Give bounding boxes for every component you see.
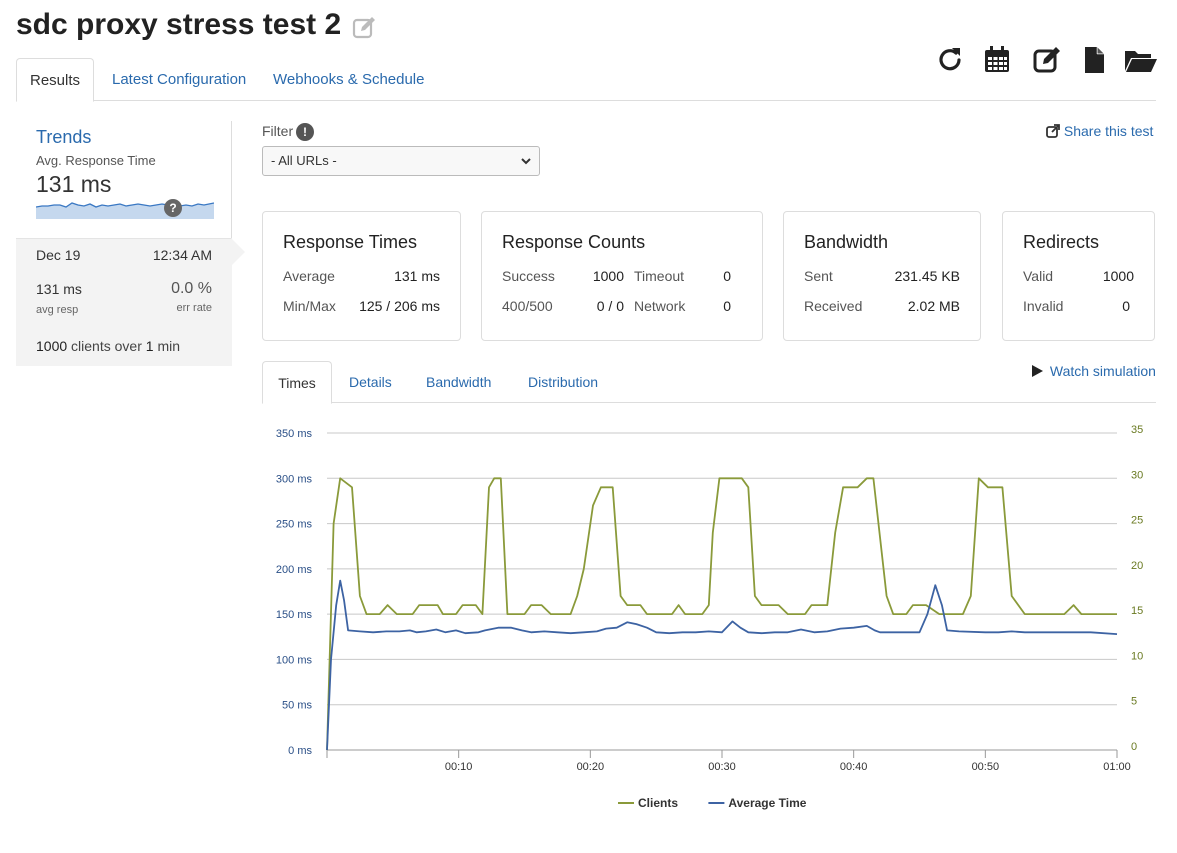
y-right-tick-label: 25 bbox=[1131, 515, 1143, 527]
card-title: Response Counts bbox=[502, 232, 646, 252]
sent-value: 231.45 KB bbox=[894, 268, 960, 284]
edit-title-icon[interactable] bbox=[352, 16, 378, 40]
run-err-rate: 0.0 % bbox=[171, 280, 212, 297]
url-filter-select[interactable]: - All URLs - bbox=[262, 146, 540, 176]
y-left-tick-label: 300 ms bbox=[276, 473, 313, 485]
run-pointer bbox=[231, 238, 245, 266]
y-right-tick-label: 35 bbox=[1131, 424, 1143, 436]
y-left-tick-label: 0 ms bbox=[288, 745, 312, 757]
valid-label: Valid bbox=[1023, 268, 1054, 284]
legend-label: Clients bbox=[638, 796, 678, 810]
share-label: Share this test bbox=[1063, 123, 1154, 139]
y-right-tick-label: 20 bbox=[1131, 560, 1143, 572]
y-right-tick-label: 15 bbox=[1131, 605, 1143, 617]
y-left-tick-label: 250 ms bbox=[276, 519, 313, 531]
watch-label: Watch simulation bbox=[1049, 363, 1156, 379]
tab-details[interactable]: Details bbox=[334, 361, 407, 403]
response-counts-card: Response Counts Success 1000 Timeout 0 4… bbox=[481, 211, 763, 341]
test-run-item[interactable]: Dec 19 12:34 AM 131 ms avg resp 0.0 % er… bbox=[16, 238, 232, 366]
avg-response-value: 131 ms bbox=[36, 171, 112, 197]
chart-tabs: Times Details Bandwidth Distribution bbox=[262, 361, 1156, 404]
x-tick-label: 00:20 bbox=[577, 761, 605, 773]
run-summary: 1000 clients over 1 min bbox=[36, 338, 180, 354]
y-right-tick-label: 0 bbox=[1131, 741, 1137, 753]
y-left-tick-label: 100 ms bbox=[276, 654, 313, 666]
average-label: Average bbox=[283, 268, 335, 284]
x-tick-label: 00:30 bbox=[708, 761, 736, 773]
received-label: Received bbox=[804, 298, 863, 314]
tab-distribution[interactable]: Distribution bbox=[513, 361, 613, 403]
run-clients: 1000 bbox=[36, 338, 68, 354]
main-tabs: Results Latest Configuration Webhooks & … bbox=[16, 58, 1156, 102]
y-right-tick-label: 30 bbox=[1131, 469, 1143, 481]
timeout-label: Timeout bbox=[634, 268, 685, 284]
share-link[interactable]: Share this test bbox=[1046, 123, 1153, 139]
valid-value: 1000 bbox=[1102, 268, 1134, 284]
times-chart: 0 ms 50 ms 100 ms 150 ms 200 ms 250 ms 300 ms 3… bbox=[276, 424, 1143, 810]
run-clients-mid: clients over bbox=[71, 338, 142, 354]
run-time: 12:34 AM bbox=[152, 247, 212, 263]
url-filter-selected: - All URLs - bbox=[271, 153, 337, 168]
avg-response-label: Avg. Response Time bbox=[36, 153, 156, 168]
run-duration-unit: min bbox=[157, 338, 180, 354]
network-value: 0 bbox=[723, 298, 731, 314]
run-duration: 1 bbox=[145, 338, 154, 354]
card-title: Redirects bbox=[1023, 232, 1100, 252]
run-date: Dec 19 bbox=[36, 247, 81, 263]
sent-label: Sent bbox=[804, 268, 833, 284]
tab-bandwidth[interactable]: Bandwidth bbox=[411, 361, 506, 403]
invalid-label: Invalid bbox=[1023, 298, 1064, 314]
y-left-tick-label: 200 ms bbox=[276, 564, 313, 576]
x-tick-label: 00:50 bbox=[972, 761, 1000, 773]
filter-label: Filter bbox=[262, 123, 294, 139]
card-title: Response Times bbox=[283, 232, 418, 252]
minmax-value: 125 / 206 ms bbox=[359, 298, 440, 314]
series-line-average-time bbox=[326, 579, 1118, 751]
success-label: Success bbox=[502, 268, 555, 284]
response-times-card: Response Times Average 131 ms Min/Max 12… bbox=[262, 211, 461, 341]
help-icon[interactable]: ? bbox=[164, 199, 182, 217]
play-icon bbox=[1032, 365, 1043, 377]
share-icon bbox=[1046, 124, 1060, 138]
trends-sidebar: Trends Avg. Response Time 131 ms ? Dec 1… bbox=[16, 121, 232, 366]
y-left-tick-label: 150 ms bbox=[276, 609, 313, 621]
y-left-tick-label: 350 ms bbox=[276, 428, 313, 440]
average-value: 131 ms bbox=[394, 268, 440, 284]
error-value: 0 / 0 bbox=[596, 298, 624, 314]
tab-latest-configuration[interactable]: Latest Configuration bbox=[97, 58, 261, 101]
invalid-value: 0 bbox=[1122, 298, 1130, 314]
y-right-tick-label: 10 bbox=[1131, 650, 1143, 662]
watch-simulation-link[interactable]: Watch simulation bbox=[1032, 363, 1156, 379]
card-title: Bandwidth bbox=[804, 232, 889, 252]
redirects-card: Redirects Valid 1000 Invalid 0 bbox=[1002, 211, 1155, 341]
y-right-tick-label: 5 bbox=[1131, 696, 1137, 708]
run-err-rate-label: err rate bbox=[176, 302, 212, 314]
received-value: 2.02 MB bbox=[907, 298, 960, 314]
run-avg-resp: 131 ms bbox=[36, 281, 82, 297]
success-value: 1000 bbox=[592, 268, 624, 284]
filter-info-icon[interactable]: ! bbox=[296, 123, 314, 141]
x-tick-label: 00:10 bbox=[445, 761, 473, 773]
legend-label: Average Time bbox=[728, 796, 806, 810]
trend-sparkline[interactable] bbox=[36, 197, 214, 219]
network-label: Network bbox=[634, 298, 686, 314]
x-tick-label: 01:00 bbox=[1103, 761, 1131, 773]
x-tick-label: 00:40 bbox=[840, 761, 868, 773]
bandwidth-card: Bandwidth Sent 231.45 KB Received 2.02 M… bbox=[783, 211, 981, 341]
chevron-down-icon bbox=[521, 158, 531, 165]
tab-times[interactable]: Times bbox=[262, 361, 332, 404]
trends-link[interactable]: Trends bbox=[36, 127, 91, 148]
tab-webhooks-schedule[interactable]: Webhooks & Schedule bbox=[258, 58, 440, 101]
error-label: 400/500 bbox=[502, 298, 553, 314]
timeout-value: 0 bbox=[723, 268, 731, 284]
page-title: sdc proxy stress test 2 bbox=[16, 8, 342, 41]
y-left-tick-label: 50 ms bbox=[282, 700, 312, 712]
run-avg-resp-label: avg resp bbox=[36, 304, 79, 316]
minmax-label: Min/Max bbox=[283, 298, 336, 314]
tab-results[interactable]: Results bbox=[16, 58, 94, 102]
